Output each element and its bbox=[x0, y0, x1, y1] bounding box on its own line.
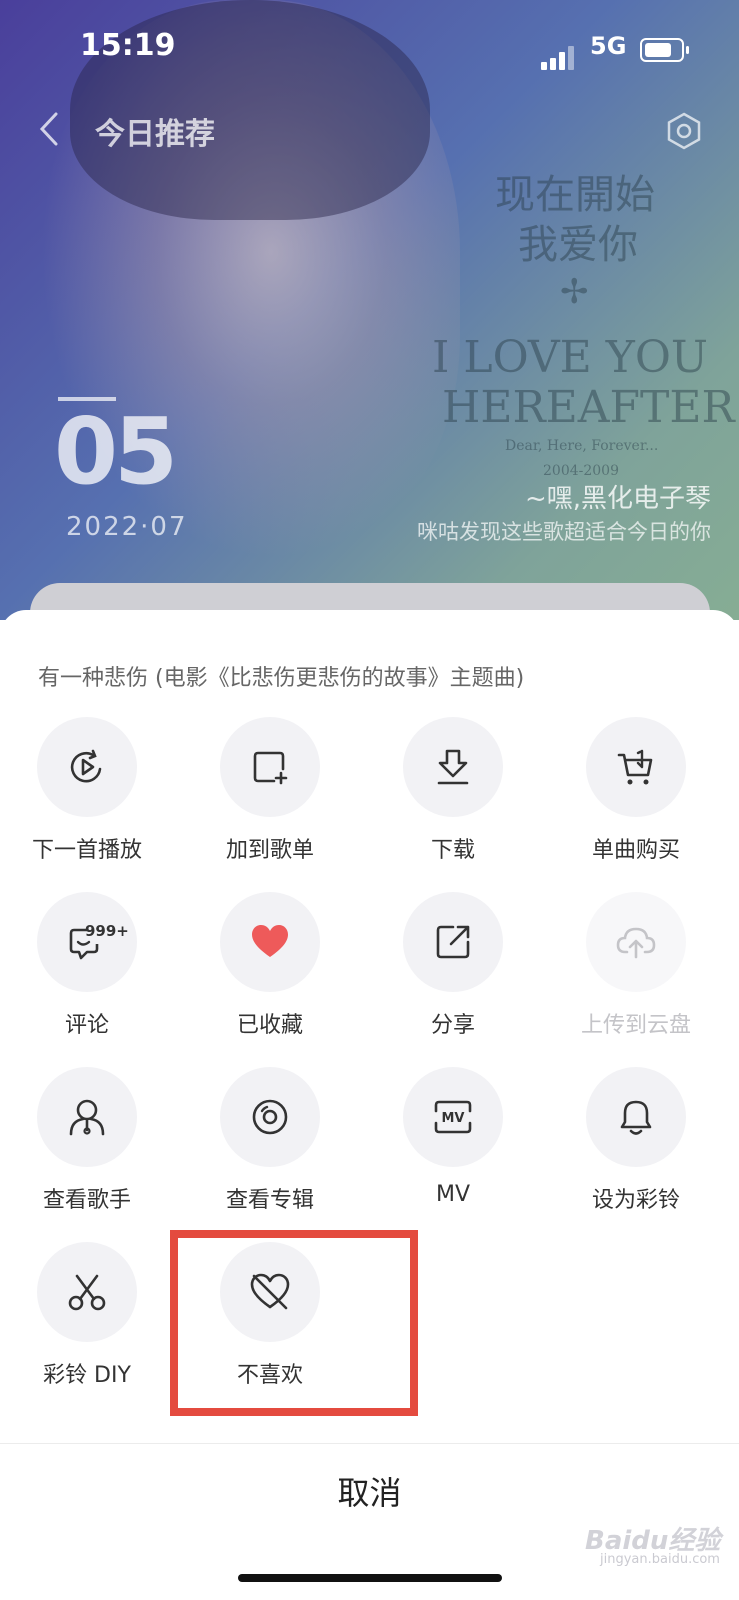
playlist-byline: ~嘿,黑化电子琴 bbox=[524, 484, 711, 514]
share-button[interactable]: 分享 bbox=[378, 892, 528, 1038]
album-disc-icon bbox=[252, 1099, 288, 1135]
nav-bar: 今日推荐 bbox=[0, 105, 739, 155]
set-ringtone-button[interactable]: 设为彩铃 bbox=[561, 1067, 711, 1213]
favorite-button[interactable]: 已收藏 bbox=[195, 892, 345, 1038]
heart-filled-icon bbox=[252, 925, 288, 957]
view-album-button[interactable]: 查看专辑 bbox=[195, 1067, 345, 1213]
bell-icon bbox=[620, 1100, 652, 1135]
singer-icon bbox=[69, 1099, 105, 1136]
ringtone-diy-circle bbox=[37, 1242, 137, 1342]
view-album-circle bbox=[220, 1067, 320, 1167]
day-number: 05 bbox=[54, 398, 178, 505]
add-to-playlist-circle bbox=[220, 717, 320, 817]
album-tagline: Dear, Here, Forever... bbox=[505, 438, 659, 454]
page-title: 今日推荐 bbox=[95, 117, 215, 152]
add-to-playlist-icon bbox=[253, 751, 288, 785]
mv-label: MV bbox=[435, 1182, 471, 1207]
status-time: 15:19 bbox=[80, 28, 176, 63]
view-album-label: 查看专辑 bbox=[225, 1188, 314, 1213]
view-singer-circle bbox=[37, 1067, 137, 1167]
share-icon bbox=[436, 925, 470, 959]
mv-button[interactable]: MV MV bbox=[378, 1067, 528, 1207]
cloud-upload-label: 上传到云盘 bbox=[580, 1013, 691, 1038]
comment-count-badge: 999+ bbox=[85, 922, 129, 940]
sheet-divider bbox=[0, 1443, 739, 1444]
album-english-line1: I LOVE YOU bbox=[432, 332, 708, 383]
date-label: 2022·07 bbox=[66, 512, 188, 542]
buy-song-label: 单曲购买 bbox=[591, 838, 680, 863]
watermark-url: jingyan.baidu.com bbox=[600, 1552, 720, 1567]
play-next-icon bbox=[70, 749, 102, 783]
view-singer-label: 查看歌手 bbox=[42, 1188, 131, 1213]
comment-circle: 999+ bbox=[37, 892, 137, 992]
play-next-circle bbox=[37, 717, 137, 817]
hero-banner: 现在開始 我爱你 ✢ I LOVE YOU HEREAFTER Dear, He… bbox=[0, 0, 739, 620]
svg-text:MV: MV bbox=[442, 1111, 465, 1126]
add-to-playlist-button[interactable]: 加到歌单 bbox=[195, 717, 345, 863]
play-next-label: 下一首播放 bbox=[31, 838, 142, 863]
album-title-line2: 我爱你 bbox=[518, 222, 638, 268]
mv-circle: MV bbox=[403, 1067, 503, 1167]
cloud-upload-icon bbox=[616, 927, 656, 959]
cancel-button[interactable]: 取消 bbox=[0, 1468, 739, 1514]
download-button[interactable]: 下载 bbox=[378, 717, 528, 863]
gear-icon bbox=[667, 112, 701, 150]
highlight-box bbox=[170, 1230, 418, 1416]
album-english-line2: HEREAFTER bbox=[442, 382, 735, 433]
favorite-circle bbox=[220, 892, 320, 992]
song-title: 有一种悲伤 (电影《比悲伤更悲伤的故事》主题曲) bbox=[38, 666, 525, 691]
angel-icon: ✢ bbox=[560, 272, 589, 312]
home-indicator[interactable] bbox=[238, 1574, 502, 1582]
cart-icon bbox=[617, 749, 653, 785]
network-label: 5G bbox=[590, 32, 627, 60]
playlist-subtitle: 咪咕发现这些歌超适合今日的你 bbox=[417, 520, 711, 544]
download-icon bbox=[437, 749, 469, 785]
cloud-upload-circle bbox=[586, 892, 686, 992]
add-to-playlist-label: 加到歌单 bbox=[225, 838, 314, 863]
favorite-label: 已收藏 bbox=[236, 1013, 303, 1038]
download-circle bbox=[403, 717, 503, 817]
ringtone-diy-button[interactable]: 彩铃 DIY bbox=[12, 1242, 162, 1388]
ringtone-diy-label: 彩铃 DIY bbox=[43, 1363, 131, 1388]
album-years: 2004-2009 bbox=[543, 463, 619, 479]
back-button[interactable] bbox=[38, 111, 60, 151]
status-bar: 15:19 5G bbox=[0, 28, 739, 72]
share-label: 分享 bbox=[430, 1013, 475, 1038]
play-next-button[interactable]: 下一首播放 bbox=[12, 717, 162, 863]
comment-button[interactable]: 999+ 评论 bbox=[12, 892, 162, 1038]
share-circle bbox=[403, 892, 503, 992]
download-label: 下载 bbox=[430, 838, 475, 863]
battery-icon bbox=[640, 38, 689, 62]
settings-button[interactable] bbox=[664, 111, 704, 155]
view-singer-button[interactable]: 查看歌手 bbox=[12, 1067, 162, 1213]
set-ringtone-label: 设为彩铃 bbox=[591, 1188, 680, 1213]
comment-label: 评论 bbox=[64, 1013, 109, 1038]
buy-song-button[interactable]: 单曲购买 bbox=[561, 717, 711, 863]
buy-song-circle bbox=[586, 717, 686, 817]
cloud-upload-button[interactable]: 上传到云盘 bbox=[561, 892, 711, 1038]
mv-icon: MV bbox=[434, 1100, 472, 1134]
set-ringtone-circle bbox=[586, 1067, 686, 1167]
scissors-icon bbox=[68, 1274, 106, 1311]
chevron-left-icon bbox=[39, 112, 58, 146]
